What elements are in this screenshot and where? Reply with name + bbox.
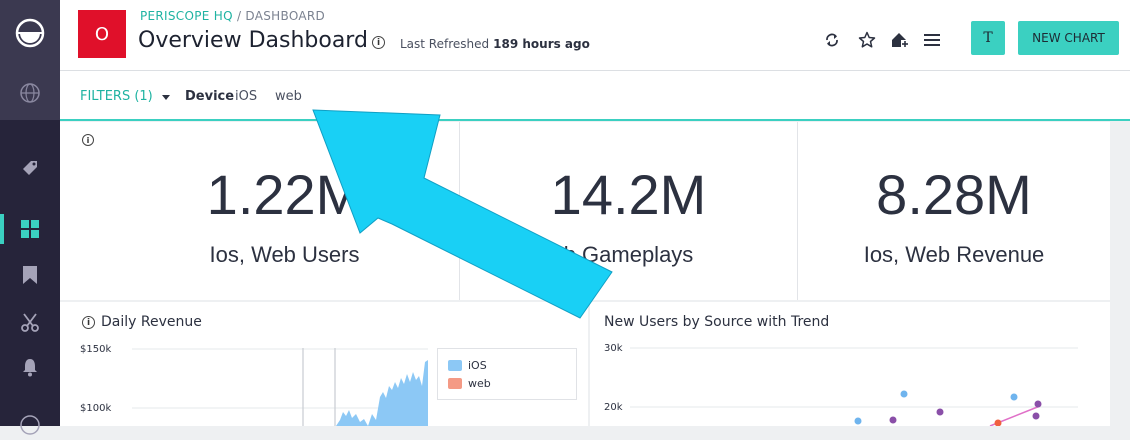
chart-legend: iOS web [437, 348, 577, 400]
globe-icon[interactable] [15, 78, 45, 108]
logo-icon[interactable] [15, 18, 45, 48]
scatter-point [889, 416, 897, 424]
breadcrumb-org[interactable]: PERISCOPE HQ [140, 9, 233, 23]
new-chart-button[interactable]: NEW CHART [1018, 21, 1119, 55]
scatter-point [1034, 400, 1042, 408]
bell-icon[interactable] [15, 352, 45, 382]
last-refreshed: Last Refreshed 189 hours ago [400, 37, 590, 51]
last-refreshed-value: 189 hours ago [493, 37, 590, 51]
filter-value-ios[interactable]: iOS [235, 89, 257, 104]
scatter-point [1032, 412, 1040, 420]
scatter-point [994, 419, 1002, 426]
filter-field-label: Device [185, 89, 235, 104]
legend-label: web [468, 377, 491, 390]
scatter-point [900, 390, 908, 398]
breadcrumb: PERISCOPE HQ / DASHBOARD [140, 9, 325, 23]
filters-toggle[interactable]: FILTERS (1) [80, 89, 153, 104]
refresh-icon[interactable] [822, 30, 842, 50]
kpi-value: 14.2M [550, 163, 707, 226]
user-circle-icon[interactable] [15, 410, 45, 440]
org-logo-letter: O [94, 23, 110, 45]
org-logo[interactable]: O [78, 10, 126, 58]
breadcrumb-separator: / [232, 9, 246, 23]
sidebar-active-marker [0, 214, 4, 244]
legend-label: iOS [468, 359, 487, 372]
legend-item-ios[interactable]: iOS [448, 359, 487, 372]
kpi-gameplays[interactable]: 14.2M b Gameplays [460, 122, 798, 300]
last-refreshed-label: Last Refreshed [400, 37, 490, 51]
info-icon[interactable]: i [82, 134, 94, 146]
users-scatter-chart [630, 347, 1078, 426]
filter-bar: FILTERS (1) Device iOS web [60, 71, 1130, 121]
info-icon[interactable]: i [372, 36, 385, 49]
kpi-users[interactable]: i 1.22M Ios, Web Users [60, 122, 460, 300]
legend-swatch [448, 378, 462, 389]
ios-area-series [336, 360, 428, 426]
scatter-point [936, 408, 944, 416]
filter-value-web[interactable]: web [275, 89, 302, 104]
daily-revenue-card[interactable]: i Daily Revenue $150k $100k iOS web [60, 302, 588, 426]
home-add-icon[interactable] [890, 30, 910, 50]
star-icon[interactable] [857, 30, 877, 50]
chevron-down-icon[interactable] [162, 95, 170, 100]
scatter-point [1010, 393, 1018, 401]
scissors-icon[interactable] [15, 307, 45, 337]
new-users-card[interactable]: New Users by Source with Trend 30k 20k [590, 302, 1110, 426]
legend-item-web[interactable]: web [448, 377, 491, 390]
page-title: Overview Dashboard [138, 28, 368, 53]
bookmark-icon[interactable] [15, 260, 45, 290]
kpi-value: 8.28M [876, 163, 1032, 226]
tag-icon[interactable] [15, 152, 45, 182]
kpi-row: i 1.22M Ios, Web Users 14.2M b Gameplays… [60, 122, 1110, 300]
kpi-label: Ios, Web Users [209, 242, 360, 267]
dashboard-header: O PERISCOPE HQ / DASHBOARD Overview Dash… [60, 0, 1130, 71]
sidebar [0, 0, 60, 435]
breadcrumb-page[interactable]: DASHBOARD [245, 9, 325, 23]
user-avatar-button[interactable]: T [971, 21, 1005, 55]
kpi-label: Ios, Web Revenue [863, 242, 1045, 267]
dashboard-icon[interactable] [15, 214, 45, 244]
menu-icon[interactable] [922, 30, 942, 50]
scatter-point [854, 417, 862, 425]
kpi-revenue[interactable]: 8.28M Ios, Web Revenue [798, 122, 1110, 300]
kpi-label: b Gameplays [563, 242, 694, 267]
legend-swatch [448, 360, 462, 371]
kpi-value: 1.22M [206, 163, 363, 226]
